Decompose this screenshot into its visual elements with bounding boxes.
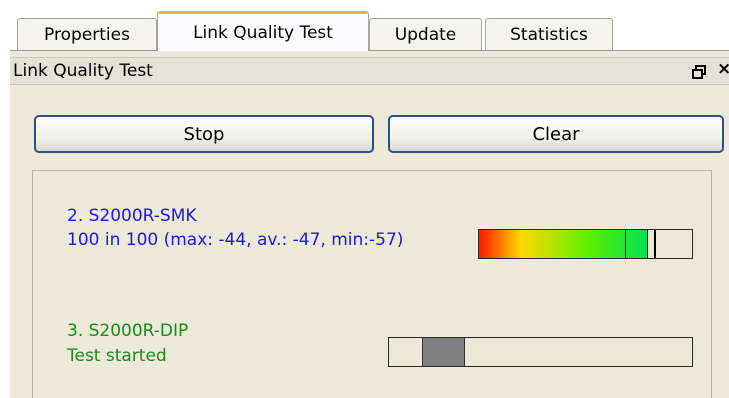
stop-button[interactable]: Stop [34, 115, 374, 153]
clear-button[interactable]: Clear [388, 115, 724, 153]
device-name: 3. S2000R-DIP [67, 321, 189, 341]
link-quality-test-panel: Link Quality Test × Stop Clear 2. S2000R… [10, 51, 729, 398]
test-progress-indicator [422, 338, 465, 366]
signal-segment-divider [625, 230, 627, 258]
tab-properties[interactable]: Properties [17, 18, 157, 50]
tab-link-quality-test[interactable]: Link Quality Test [157, 11, 369, 51]
signal-strength-bar [478, 229, 693, 259]
stop-button-label: Stop [183, 123, 225, 145]
device-name: 2. S2000R-SMK [67, 206, 197, 226]
device-status: 100 in 100 (max: -44, av.: -47, min:-57) [67, 230, 404, 250]
signal-peak-edge [647, 230, 649, 258]
panel-title: Link Quality Test [13, 61, 153, 81]
tab-label: Link Quality Test [193, 22, 333, 43]
results-area: 2. S2000R-SMK 100 in 100 (max: -44, av.:… [32, 170, 712, 398]
device-status: Test started [67, 346, 167, 366]
clear-button-label: Clear [532, 123, 580, 145]
close-icon[interactable]: × [717, 59, 729, 79]
tab-update[interactable]: Update [369, 18, 482, 50]
restore-window-icon[interactable] [692, 64, 706, 79]
signal-average-marker [653, 230, 656, 258]
panel-header: Link Quality Test × [10, 57, 729, 85]
tab-label: Statistics [510, 24, 588, 45]
tab-label: Properties [44, 24, 130, 45]
test-progress-bar [388, 337, 693, 367]
signal-strength-fill [479, 230, 648, 258]
tab-statistics[interactable]: Statistics [485, 18, 613, 50]
tab-label: Update [394, 24, 457, 45]
